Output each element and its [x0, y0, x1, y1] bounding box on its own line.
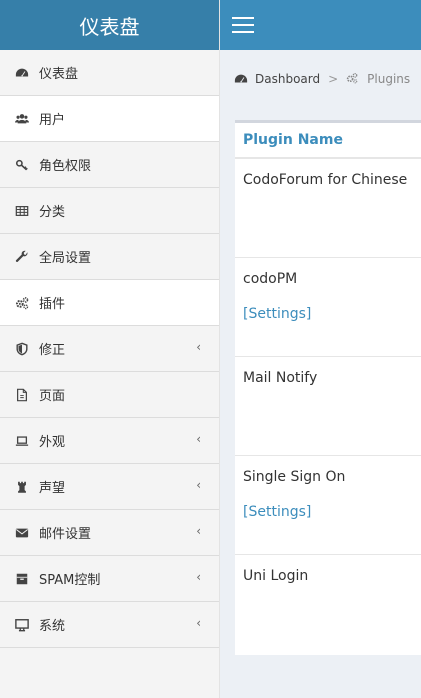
envelope-icon [14, 525, 30, 541]
sidebar-item-label: 角色权限 [39, 159, 92, 174]
archive-icon [14, 571, 30, 587]
column-header-plugin-name[interactable]: Plugin Name [235, 123, 421, 159]
sidebar-item-label: 系统 [39, 619, 66, 634]
table-row: Mail Notify [235, 357, 421, 456]
sidebar-item-moderation[interactable]: 修正 ‹ [0, 326, 219, 372]
sidebar-item-users[interactable]: 用户 [0, 96, 219, 142]
wrench-icon [14, 249, 30, 265]
breadcrumb-separator: > [328, 72, 339, 86]
chess-rook-icon [14, 479, 30, 495]
dashboard-icon [14, 65, 30, 81]
laptop-icon [14, 433, 30, 449]
sidebar-item-label: 外观 [39, 435, 66, 450]
plugin-name: Single Sign On [243, 469, 346, 485]
sidebar-item-mail-settings[interactable]: 邮件设置 ‹ [0, 510, 219, 556]
hamburger-icon[interactable] [232, 17, 254, 33]
sidebar-item-label: 全局设置 [39, 251, 92, 266]
sidebar-item-global-settings[interactable]: 全局设置 [0, 234, 219, 280]
sidebar-item-label: 分类 [39, 205, 66, 220]
sidebar-item-label: 插件 [39, 297, 66, 312]
key-icon [14, 157, 30, 173]
brand-title[interactable]: 仪表盘 [0, 0, 219, 50]
sidebar-item-reputation[interactable]: 声望 ‹ [0, 464, 219, 510]
sidebar-item-spam-control[interactable]: SPAM控制 ‹ [0, 556, 219, 602]
breadcrumb-current: Plugins [367, 72, 411, 86]
sidebar-item-categories[interactable]: 分类 [0, 188, 219, 234]
chevron-left-icon: ‹ [196, 432, 201, 446]
sidebar-item-pages[interactable]: 页面 [0, 372, 219, 418]
plugin-name: codoPM [243, 271, 298, 287]
sidebar-item-label: 修正 [39, 343, 66, 358]
sidebar-item-label: 用户 [39, 113, 66, 128]
plugin-settings-link[interactable]: [Settings] [243, 306, 413, 322]
chevron-left-icon: ‹ [196, 478, 201, 492]
users-icon [14, 111, 30, 127]
table-icon [14, 203, 30, 219]
cogs-icon [346, 72, 360, 86]
dashboard-icon [234, 72, 248, 86]
top-navbar [220, 0, 421, 50]
sidebar-item-appearance[interactable]: 外观 ‹ [0, 418, 219, 464]
desktop-icon [14, 617, 30, 633]
sidebar-menu: 仪表盘 用户 角色权限 分类 全局设置 插件 修正 ‹ 页面 外观 ‹ 声望 ‹… [0, 50, 219, 648]
sidebar-item-label: SPAM控制 [39, 573, 101, 588]
plugins-table: Plugin Name CodoForum for Chinese codoPM… [235, 120, 421, 655]
shield-icon [14, 341, 30, 357]
file-icon [14, 387, 30, 403]
table-row: Single Sign On [Settings] [235, 456, 421, 555]
sidebar-item-label: 仪表盘 [39, 67, 79, 82]
breadcrumb: Dashboard > Plugins [234, 72, 410, 86]
breadcrumb-home-link[interactable]: Dashboard [255, 72, 320, 86]
sidebar-item-label: 邮件设置 [39, 527, 92, 542]
chevron-left-icon: ‹ [196, 616, 201, 630]
table-row: CodoForum for Chinese [235, 159, 421, 258]
plugin-settings-link[interactable]: [Settings] [243, 504, 413, 520]
sidebar-item-label: 声望 [39, 481, 66, 496]
sidebar-item-dashboard[interactable]: 仪表盘 [0, 50, 219, 96]
plugin-name: CodoForum for Chinese [243, 172, 408, 188]
table-row: codoPM [Settings] [235, 258, 421, 357]
sidebar-item-label: 页面 [39, 389, 66, 404]
cogs-icon [14, 295, 30, 311]
chevron-left-icon: ‹ [196, 570, 201, 584]
sidebar: 仪表盘 仪表盘 用户 角色权限 分类 全局设置 插件 修正 ‹ 页面 外观 ‹ … [0, 0, 220, 698]
table-row: Uni Login [235, 555, 421, 654]
plugin-name: Uni Login [243, 568, 309, 584]
plugin-name: Mail Notify [243, 370, 318, 386]
chevron-left-icon: ‹ [196, 340, 201, 354]
sidebar-item-plugins[interactable]: 插件 [0, 280, 219, 326]
sidebar-item-system[interactable]: 系统 ‹ [0, 602, 219, 648]
chevron-left-icon: ‹ [196, 524, 201, 538]
sidebar-item-roles[interactable]: 角色权限 [0, 142, 219, 188]
